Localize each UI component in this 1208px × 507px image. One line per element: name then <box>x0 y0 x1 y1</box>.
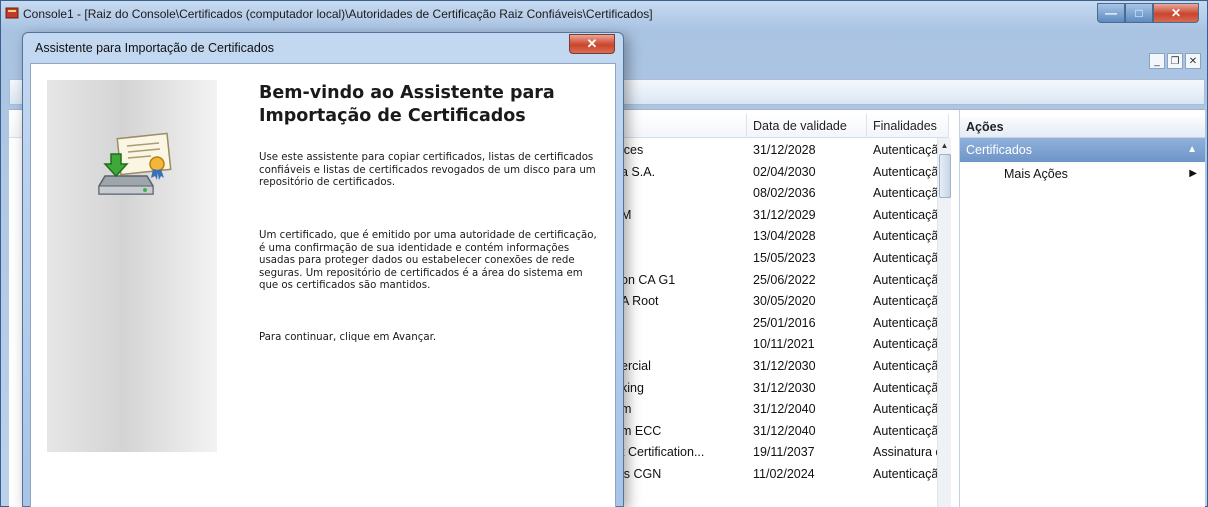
actions-group-label: Certificados <box>966 143 1032 157</box>
collapse-arrow-icon: ▲ <box>1187 144 1197 155</box>
close-icon: ✕ <box>1188 55 1198 67</box>
window-caption-buttons: — □ ✕ <box>1097 3 1199 23</box>
close-icon: ✕ <box>1170 6 1182 20</box>
wizard-title: Assistente para Importação de Certificad… <box>35 41 275 55</box>
minimize-icon: — <box>1105 6 1117 20</box>
wizard-side-panel <box>47 80 217 452</box>
close-icon: ✕ <box>586 36 598 51</box>
cert-expiration-cell: 30/05/2020 <box>753 294 816 309</box>
column-header-purposes[interactable]: Finalidades <box>867 114 949 138</box>
cert-expiration-cell: 31/12/2040 <box>753 423 816 438</box>
cert-expiration-cell: 02/04/2030 <box>753 164 816 179</box>
close-button[interactable]: ✕ <box>1153 3 1199 23</box>
cert-expiration-cell: 25/01/2016 <box>753 315 816 330</box>
mdi-restore-button[interactable]: ❐ <box>1167 53 1183 69</box>
wizard-paragraph-definition: Um certificado, que é emitido por uma au… <box>259 230 597 292</box>
cert-expiration-cell: 13/04/2028 <box>753 229 816 244</box>
mmc-app-icon <box>5 7 19 19</box>
more-actions-label: Mais Ações <box>1004 167 1068 181</box>
cert-expiration-cell: 19/11/2037 <box>753 445 815 460</box>
import-wizard-dialog: Assistente para Importação de Certificad… <box>22 32 624 507</box>
window-title: Console1 - [Raiz do Console\Certificados… <box>23 7 653 21</box>
minimize-button[interactable]: — <box>1097 3 1125 23</box>
cert-expiration-cell: 15/05/2023 <box>753 250 816 265</box>
cert-expiration-cell: 31/12/2030 <box>753 358 816 373</box>
cert-expiration-cell: 31/12/2028 <box>753 143 816 157</box>
mdi-minimize-button[interactable]: _ <box>1149 53 1165 69</box>
wizard-paragraph-intro: Use este assistente para copiar certific… <box>259 152 596 189</box>
actions-pane: Ações Certificados ▲ Mais Ações ▶ <box>959 110 1205 507</box>
certificate-import-icon <box>98 132 172 195</box>
wizard-paragraph-continue: Para continuar, clique em Avançar. <box>259 332 437 343</box>
actions-group-certificados[interactable]: Certificados ▲ <box>960 138 1205 162</box>
minimize-icon: _ <box>1154 55 1160 67</box>
maximize-button[interactable]: □ <box>1125 3 1153 23</box>
vertical-scrollbar[interactable]: ▲ <box>937 138 951 507</box>
scroll-up-icon[interactable]: ▲ <box>938 138 951 154</box>
cert-expiration-cell: 25/06/2022 <box>753 272 816 287</box>
cert-expiration-cell: 31/12/2029 <box>753 207 816 222</box>
submenu-arrow-icon: ▶ <box>1189 168 1197 179</box>
mdi-caption-buttons: _ ❐ ✕ <box>1149 53 1201 69</box>
more-actions-item[interactable]: Mais Ações ▶ <box>960 162 1205 186</box>
column-header-expiration[interactable]: Data de validade <box>747 114 867 138</box>
scroll-thumb[interactable] <box>939 154 951 198</box>
restore-icon: ❐ <box>1170 55 1180 67</box>
cert-expiration-cell: 08/02/2036 <box>753 186 816 201</box>
wizard-heading: Bem-vindo ao Assistente para Importação … <box>259 83 555 126</box>
mdi-close-button[interactable]: ✕ <box>1185 53 1201 69</box>
maximize-icon: □ <box>1135 6 1143 20</box>
cert-expiration-cell: 31/12/2040 <box>753 402 816 417</box>
cert-expiration-cell: 11/02/2024 <box>753 466 815 481</box>
wizard-body: Bem-vindo ao Assistente para Importação … <box>30 63 616 507</box>
cert-expiration-cell: 10/11/2021 <box>753 337 815 352</box>
cert-expiration-cell: 31/12/2030 <box>753 380 816 395</box>
actions-header: Ações <box>960 116 1205 138</box>
wizard-close-button[interactable]: ✕ <box>569 34 615 54</box>
